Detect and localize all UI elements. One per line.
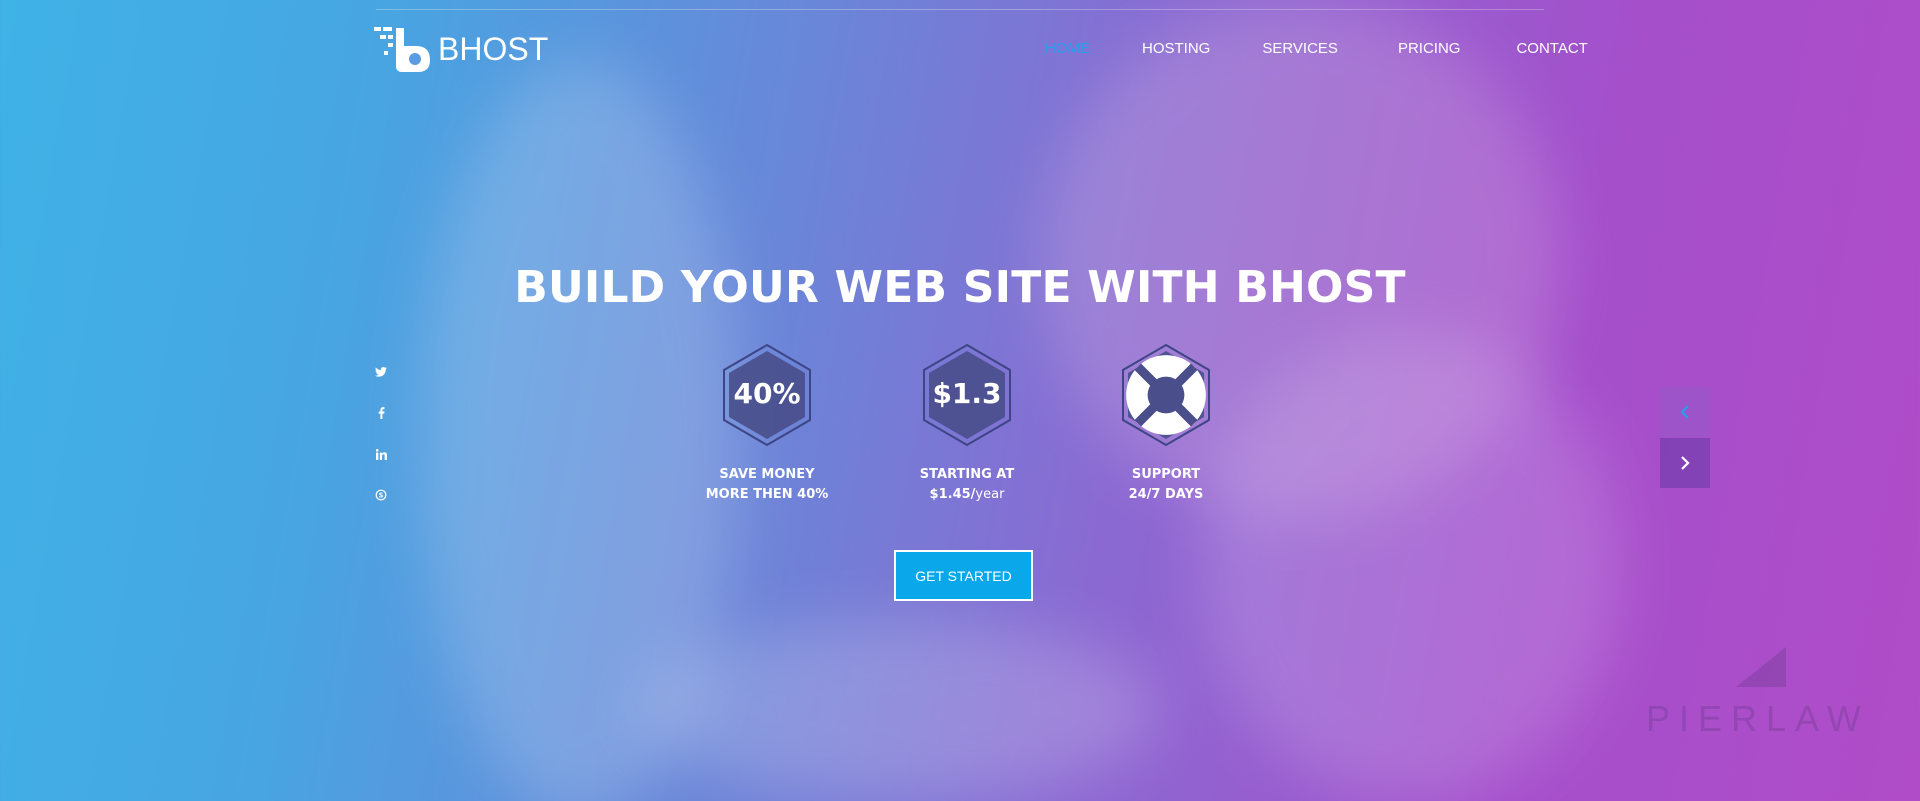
hero-title: BUILD YOUR WEB SITE WITH BHOST [514, 262, 1406, 313]
lifebuoy-icon [1126, 355, 1206, 435]
background-watermark: PIERLAW [1646, 647, 1870, 740]
feature-caption-line1: SAVE MONEY [719, 467, 815, 482]
svg-text:S: S [379, 491, 384, 499]
feature-caption: SUPPORT 24/7 DAYS [1086, 465, 1246, 505]
feature-caption-line1: STARTING AT [919, 467, 1015, 482]
feature-caption: STARTING AT $1.45/year [887, 465, 1047, 505]
feature-caption-line2: $1.45/year [887, 485, 1047, 505]
header-divider [376, 9, 1544, 10]
nav-contact[interactable]: CONTACT [1516, 40, 1587, 57]
twitter-icon[interactable] [374, 365, 388, 379]
feature-caption-line2: MORE THEN 40% [705, 487, 829, 502]
get-started-button[interactable]: GET STARTED [894, 550, 1033, 601]
price-period: year [975, 487, 1005, 502]
feature-starting-price: $1.3 STARTING AT $1.45/year [887, 343, 1047, 505]
nav-hosting[interactable]: HOSTING [1142, 40, 1210, 57]
hex-badge: $1.3 [921, 343, 1013, 447]
feature-support: SUPPORT 24/7 DAYS [1086, 343, 1246, 505]
nav-services[interactable]: SERVICES [1262, 40, 1338, 57]
slider-next-button[interactable] [1660, 438, 1710, 488]
logo-mark-icon [374, 27, 430, 72]
main-nav: HOME HOSTING SERVICES PRICING CONTACT [1045, 40, 1640, 57]
chevron-left-icon [1680, 405, 1689, 419]
feature-value: $1.3 [932, 377, 1002, 410]
brand-logo[interactable]: BHOST [374, 24, 548, 74]
price-amount: $1.45/ [929, 487, 976, 502]
nav-home[interactable]: HOME [1045, 40, 1090, 57]
feature-caption: SAVE MONEY MORE THEN 40% [687, 465, 847, 505]
social-links: S [374, 365, 388, 529]
watermark-text: PIERLAW [1646, 698, 1870, 739]
feature-caption-line1: SUPPORT [1131, 467, 1201, 482]
linkedin-icon[interactable] [374, 447, 388, 461]
hex-badge: 40% [721, 343, 813, 447]
brand-name: BHOST [438, 30, 549, 67]
chevron-right-icon [1681, 456, 1690, 470]
feature-save-money: 40% SAVE MONEY MORE THEN 40% [687, 343, 847, 505]
slider-prev-button[interactable] [1660, 387, 1710, 437]
feature-caption-line2: 24/7 DAYS [1128, 487, 1204, 502]
skype-icon[interactable]: S [374, 488, 388, 502]
facebook-icon[interactable] [374, 406, 388, 420]
nav-pricing[interactable]: PRICING [1398, 40, 1461, 57]
watermark-logo-icon [1736, 647, 1786, 687]
hex-badge [1120, 343, 1212, 447]
feature-value: 40% [733, 377, 801, 410]
